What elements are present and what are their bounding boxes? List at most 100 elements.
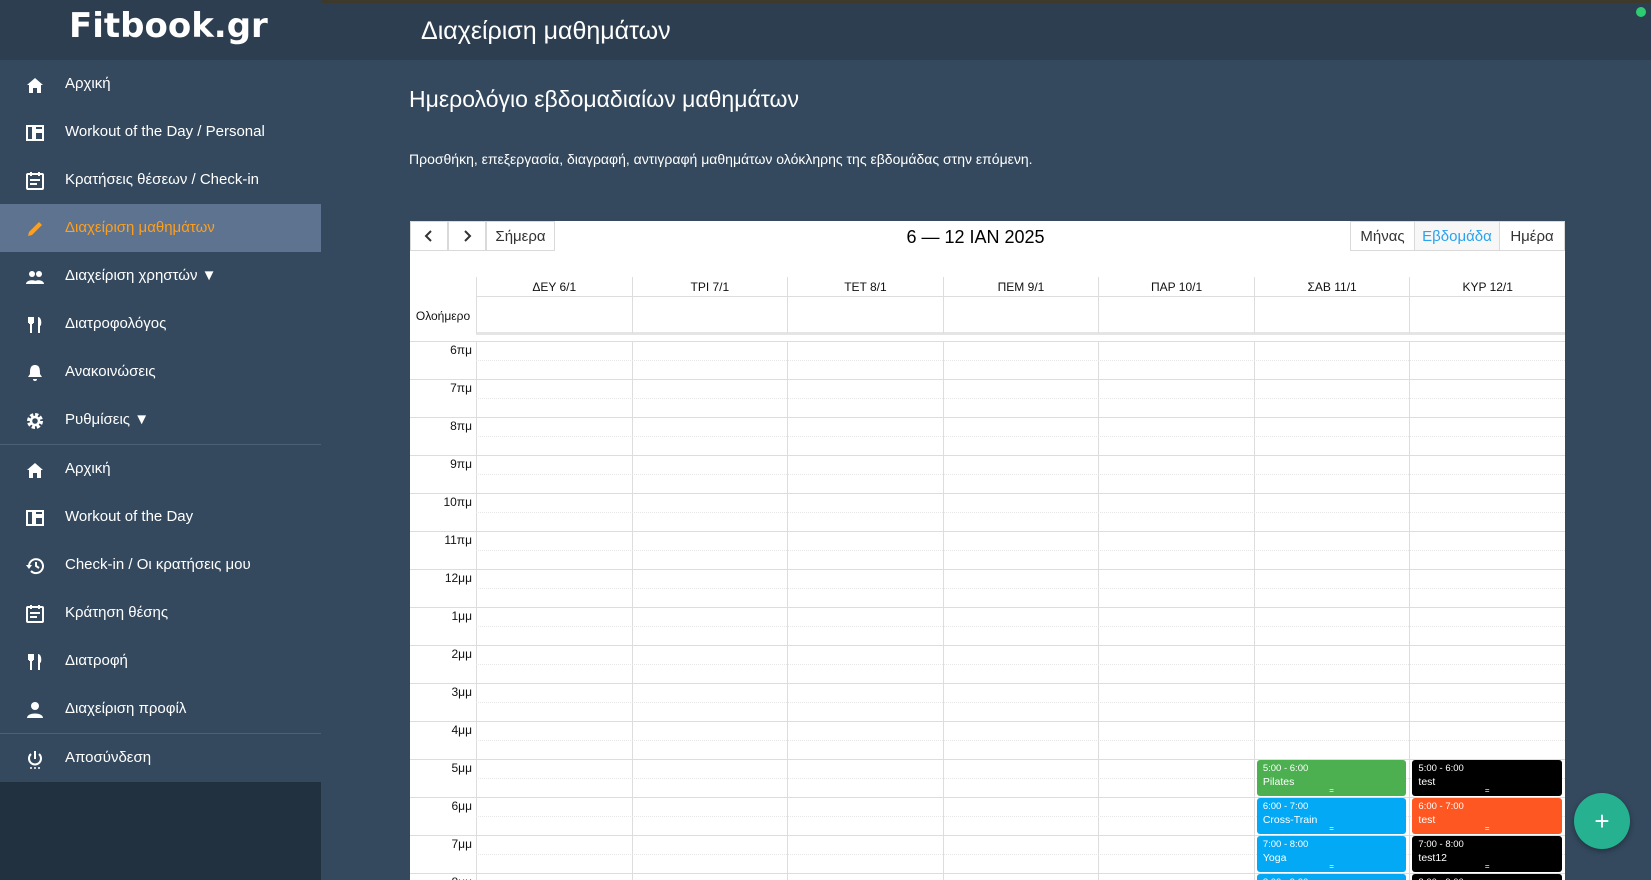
sidebar-item-group1-1[interactable]: Workout of the Day / Personal [0, 108, 321, 156]
calendar-event[interactable]: 5:00 - 6:00 test = [1412, 760, 1562, 796]
sidebar-item-label: Κράτηση θέσης [65, 604, 169, 621]
allday-cell[interactable] [631, 297, 788, 335]
resize-handle-icon[interactable]: = [1412, 825, 1562, 833]
sidebar-item-label: Διαχείριση μαθημάτων [65, 219, 215, 236]
event-time: 7:00 - 8:00 [1262, 839, 1309, 850]
day-column-divider [1409, 341, 1411, 880]
bell-icon [24, 362, 46, 384]
restaurant-icon [24, 651, 46, 673]
half-hour-line [476, 474, 1565, 475]
hour-line [410, 379, 1565, 380]
day-header[interactable]: ΤΡΙ 7/1 [631, 277, 788, 297]
time-label: 5μμ [451, 761, 472, 775]
calendar-event[interactable]: 6:00 - 7:00 Cross-Train = [1256, 798, 1407, 834]
time-label: 6πμ [450, 343, 472, 357]
day-column-divider [787, 341, 789, 880]
calendar-heading: Ημερολόγιο εβδομαδιαίων μαθημάτων [409, 86, 799, 112]
calendar-event[interactable]: 6:00 - 7:00 test = [1412, 798, 1562, 834]
sidebar-item-group2-2[interactable]: Check-in / Οι κρατήσεις μου [0, 541, 321, 589]
sidebar-item-group1-0[interactable]: Αρχική [0, 60, 321, 108]
history-icon [24, 555, 46, 577]
sidebar-item-group2-5[interactable]: Διαχείριση προφίλ [0, 685, 321, 733]
power-icon [24, 748, 46, 770]
half-hour-line [476, 664, 1565, 665]
page-title: Διαχείριση μαθημάτων [421, 17, 671, 45]
half-hour-line [476, 588, 1565, 589]
day-header[interactable]: ΔΕΥ 6/1 [476, 277, 632, 297]
add-class-button[interactable]: + [1574, 793, 1630, 849]
sidebar-item-group1-7[interactable]: Ρυθμίσεις ▼ [0, 396, 321, 444]
calendar-description: Προσθήκη, επεξεργασία, διαγραφή, αντιγρα… [409, 151, 1033, 167]
time-label: 9πμ [450, 457, 472, 471]
sidebar-item-label: Κρατήσεις θέσεων / Check-in [65, 171, 260, 188]
allday-cell[interactable] [1098, 297, 1254, 335]
calendar-grid: Ολοήμερο ΔΕΥ 6/1 ΤΡΙ 7/1 ΤΕΤ 8/1 ΠΕΜ 9/1 ΠΑΡ… [410, 277, 1565, 880]
sidebar-item-label: Workout of the Day / Personal [65, 123, 265, 140]
resize-handle-icon[interactable]: = [1257, 825, 1407, 833]
sidebar-item-group1-3[interactable]: Διαχείριση μαθημάτων [0, 204, 321, 252]
sidebar-item-group3-0[interactable]: Αποσύνδεση [0, 734, 321, 782]
calendar-event[interactable]: 7:00 - 8:00 Yoga = [1256, 836, 1407, 872]
time-label: 6μμ [451, 799, 472, 813]
sidebar-item-group2-1[interactable]: Workout of the Day [0, 493, 321, 541]
hour-line [410, 569, 1565, 570]
resize-handle-icon[interactable]: = [1412, 863, 1562, 871]
day-header[interactable]: ΚΥΡ 12/1 [1409, 277, 1565, 297]
calendar-event[interactable]: 5:00 - 6:00 Pilates = [1256, 760, 1407, 796]
resize-handle-icon[interactable]: = [1257, 787, 1407, 795]
allday-label: Ολοήμερο [415, 309, 471, 323]
calendar-event[interactable]: 8:00 - 9:00= [1256, 874, 1407, 880]
day-view-button[interactable]: Ημέρα [1499, 221, 1565, 251]
allday-cell[interactable] [1253, 297, 1410, 335]
sidebar-item-group2-3[interactable]: Κράτηση θέσης [0, 589, 321, 637]
event-time: 6:00 - 7:00 [1418, 801, 1464, 812]
sidebar-item-label: Αποσύνδεση [65, 749, 152, 766]
sidebar-item-group2-4[interactable]: Διατροφή [0, 637, 321, 685]
month-view-button[interactable]: Μήνας [1350, 221, 1415, 251]
sidebar-item-group1-6[interactable]: Ανακοινώσεις [0, 348, 321, 396]
event-note-icon [24, 603, 46, 625]
day-header[interactable]: ΤΕΤ 8/1 [787, 277, 943, 297]
event-time: 7:00 - 8:00 [1418, 839, 1464, 850]
day-header[interactable]: ΠΑΡ 10/1 [1098, 277, 1254, 297]
dashboard-icon [24, 122, 46, 144]
day-column-divider [476, 341, 477, 880]
calendar-event[interactable]: 8:00 - 9:00= [1412, 874, 1562, 880]
sidebar-item-group1-2[interactable]: Κρατήσεις θέσεων / Check-in [0, 156, 321, 204]
hour-line [410, 455, 1565, 456]
day-header[interactable]: ΠΕΜ 9/1 [942, 277, 1099, 297]
day-column-divider [1253, 341, 1255, 880]
half-hour-line [476, 740, 1565, 741]
allday-cell[interactable] [476, 297, 632, 335]
hour-line [410, 607, 1565, 608]
time-label: 12μμ [444, 571, 472, 585]
time-label: 7πμ [450, 381, 472, 395]
day-header[interactable]: ΣΑΒ 11/1 [1253, 277, 1410, 297]
hour-line [410, 683, 1565, 684]
time-label: 3μμ [451, 685, 472, 699]
sidebar-item-group1-5[interactable]: Διατροφολόγος [0, 300, 321, 348]
hour-line [410, 341, 1565, 342]
resize-handle-icon[interactable]: = [1257, 863, 1407, 871]
sidebar-item-label: Διατροφολόγος [65, 315, 167, 332]
allday-cell[interactable] [942, 297, 1099, 335]
allday-cell[interactable] [787, 297, 943, 335]
allday-cell[interactable] [1409, 297, 1565, 335]
time-label: 2μμ [451, 647, 472, 661]
sidebar-item-group2-0[interactable]: Αρχική [0, 445, 321, 493]
pencil-icon [24, 218, 46, 240]
sidebar-menu: Αρχική Workout of the Day / Personal Κρατή… [0, 60, 321, 782]
resize-handle-icon[interactable]: = [1412, 787, 1562, 795]
top-header: Διαχείριση μαθημάτων [321, 3, 1651, 60]
brand-logo[interactable]: Fitbook.gr [0, 0, 321, 60]
calendar-toolbar: Σήμερα 6 — 12 ΙΑΝ 2025 Μήνας Εβδομάδα Ημ… [410, 221, 1565, 277]
event-time: 5:00 - 6:00 [1262, 763, 1309, 774]
sidebar-item-label: Διαχείριση προφίλ [65, 700, 187, 717]
sidebar-item-group1-4[interactable]: Διαχείριση χρηστών ▼ [0, 252, 321, 300]
hour-line [410, 721, 1565, 722]
sidebar-item-label: Check-in / Οι κρατήσεις μου [65, 556, 251, 573]
calendar-event[interactable]: 7:00 - 8:00 test12 = [1412, 836, 1562, 872]
sidebar-item-label: Αρχική [65, 460, 111, 477]
week-view-button[interactable]: Εβδομάδα [1414, 221, 1500, 251]
sidebar-item-label: Ανακοινώσεις [65, 363, 156, 380]
